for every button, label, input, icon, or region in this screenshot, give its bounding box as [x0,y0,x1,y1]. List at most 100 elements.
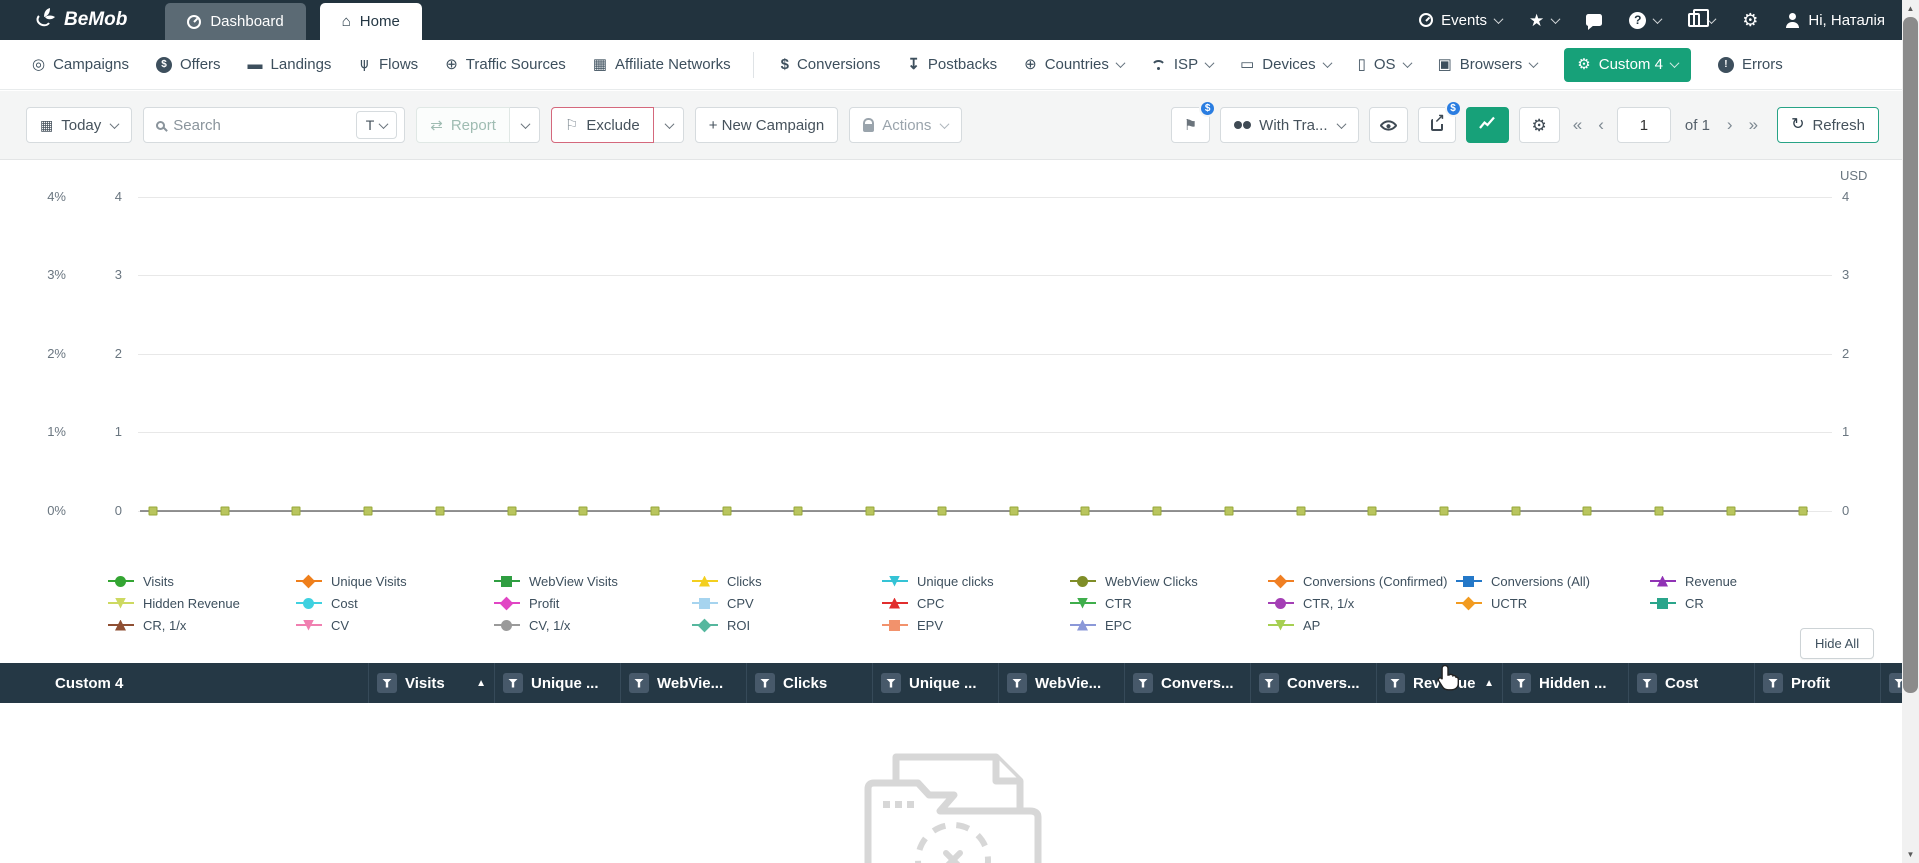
nav-item-campaigns[interactable]: ◎ Campaigns [32,40,129,90]
hide-all-button[interactable]: Hide All [1800,628,1875,659]
nav-item-offers[interactable]: $ Offers [155,40,221,90]
nav-item-os[interactable]: ▯ OS [1358,40,1413,90]
legend-item-cv-1-x[interactable]: CV, 1/x [494,614,618,636]
exclude-dropdown-button[interactable] [653,107,684,143]
filter-funnel-button[interactable] [1763,673,1783,693]
filter-funnel-button[interactable] [1259,673,1279,693]
nav-item-custom-4[interactable]: ⚙ Custom 4 [1564,47,1691,82]
nav-item-conversions[interactable]: $ Conversions [781,40,881,90]
column-header-convers[interactable]: Convers... [1124,663,1250,703]
nav-item-affiliate-networks[interactable]: ▦ Affiliate Networks [593,40,754,90]
column-header-partial[interactable] [1880,663,1902,703]
column-header-webvie[interactable]: WebVie... [620,663,746,703]
legend-item-cr[interactable]: CR [1650,592,1737,614]
filter-funnel-button[interactable] [755,673,775,693]
share-button[interactable]: $ [1417,100,1462,143]
report-settings-button[interactable]: ⚙ [1518,107,1560,143]
nav-item-devices[interactable]: ▭ Devices [1240,40,1333,90]
exclude-button[interactable]: ⚐ Exclude [550,107,654,143]
filter-funnel-button[interactable] [1133,673,1153,693]
legend-item-epc[interactable]: EPC [1070,614,1198,636]
nav-item-postbacks[interactable]: ↧ Postbacks [907,40,997,90]
traffic-filter-dropdown[interactable]: With Tra... [1220,107,1359,143]
tab-home[interactable]: ⌂ Home [319,3,422,40]
last-page-button[interactable]: » [1746,115,1761,135]
column-header-unique[interactable]: Unique ... [872,663,998,703]
legend-item-conversions-all[interactable]: Conversions (All) [1456,570,1590,592]
legend-item-unique-clicks[interactable]: Unique clicks [882,570,994,592]
date-range-button[interactable]: ▦ Today [26,107,133,143]
chat-icon[interactable] [1586,14,1603,30]
legend-item-cv[interactable]: CV [296,614,407,636]
legend-item-cost[interactable]: Cost [296,592,407,614]
bemob-logo[interactable]: BeMob [36,7,127,33]
column-header-hidden[interactable]: Hidden ... [1502,663,1628,703]
nav-item-countries[interactable]: ⊕ Countries [1024,40,1126,90]
legend-item-epv[interactable]: EPV [882,614,994,636]
scroll-down-arrow[interactable]: ▼ [1902,846,1919,863]
filter-funnel-button[interactable] [1889,673,1902,693]
column-header-profit[interactable]: Profit [1754,663,1880,703]
legend-item-ctr[interactable]: CTR [1070,592,1198,614]
first-page-button[interactable]: « [1570,115,1585,135]
search-filter-type-button[interactable]: T [355,111,398,139]
column-header-webvie[interactable]: WebVie... [998,663,1124,703]
docs-menu[interactable] [1688,9,1717,27]
new-campaign-button[interactable]: + New Campaign [694,107,839,143]
scrollbar-thumb[interactable] [1903,17,1918,693]
legend-item-visits[interactable]: Visits [108,570,240,592]
filter-funnel-button[interactable] [1007,673,1027,693]
nav-item-landings[interactable]: ▬ Landings [248,40,332,90]
search-input[interactable] [173,116,348,134]
report-button[interactable]: ⇄ Report [416,107,510,143]
column-header-convers[interactable]: Convers... [1250,663,1376,703]
legend-item-ap[interactable]: AP [1268,614,1448,636]
filter-funnel-button[interactable] [1511,673,1531,693]
flagged-filter-button[interactable]: ⚑ $ [1170,100,1217,143]
visibility-button[interactable] [1368,107,1408,143]
help-menu[interactable]: ? [1629,11,1663,29]
legend-item-profit[interactable]: Profit [494,592,618,614]
filter-funnel-button[interactable] [1385,673,1405,693]
filter-funnel-button[interactable] [629,673,649,693]
legend-item-roi[interactable]: ROI [692,614,762,636]
nav-item-isp[interactable]: ISP [1150,40,1215,90]
legend-item-cpc[interactable]: CPC [882,592,994,614]
actions-button[interactable]: Actions [849,107,963,143]
filter-funnel-button[interactable] [881,673,901,693]
column-header-custom-4[interactable]: Custom 4 [0,663,368,703]
legend-item-uctr[interactable]: UCTR [1456,592,1590,614]
tab-dashboard[interactable]: Dashboard [165,3,306,40]
prev-page-button[interactable]: ‹ [1595,115,1607,135]
column-header-cost[interactable]: Cost [1628,663,1754,703]
legend-item-webview-visits[interactable]: WebView Visits [494,570,618,592]
events-menu[interactable]: Events [1419,12,1504,29]
filter-funnel-button[interactable] [377,673,397,693]
legend-item-cr-1-x[interactable]: CR, 1/x [108,614,240,636]
legend-item-conversions-confirmed[interactable]: Conversions (Confirmed) [1268,570,1448,592]
column-header-clicks[interactable]: Clicks [746,663,872,703]
legend-item-clicks[interactable]: Clicks [692,570,762,592]
refresh-button[interactable]: ↻ Refresh [1777,107,1879,143]
toggle-chart-button[interactable] [1465,107,1509,143]
column-header-unique[interactable]: Unique ... [494,663,620,703]
report-dropdown-button[interactable] [509,107,540,143]
nav-item-traffic-sources[interactable]: ⊕ Traffic Sources [445,40,566,90]
column-header-visits[interactable]: Visits ▲ [368,663,494,703]
filter-funnel-button[interactable] [1637,673,1657,693]
nav-item-errors[interactable]: ! Errors [1717,40,1783,90]
nav-item-flows[interactable]: ⋔ Flows [358,40,418,90]
legend-item-unique-visits[interactable]: Unique Visits [296,570,407,592]
column-header-revenue[interactable]: Revenue ▲ [1376,663,1502,703]
user-menu[interactable]: Hi, Наталія [1785,12,1885,29]
settings-gear-icon[interactable]: ⚙ [1742,11,1758,29]
legend-item-cpv[interactable]: CPV [692,592,762,614]
legend-item-webview-clicks[interactable]: WebView Clicks [1070,570,1198,592]
favorites-menu[interactable]: ★ [1529,12,1561,29]
nav-item-browsers[interactable]: ▣ Browsers [1438,40,1539,90]
page-number-input[interactable] [1616,107,1671,143]
scroll-up-arrow[interactable]: ▲ [1902,0,1919,17]
next-page-button[interactable]: › [1724,115,1736,135]
legend-item-ctr-1-x[interactable]: CTR, 1/x [1268,592,1448,614]
legend-item-revenue[interactable]: Revenue [1650,570,1737,592]
